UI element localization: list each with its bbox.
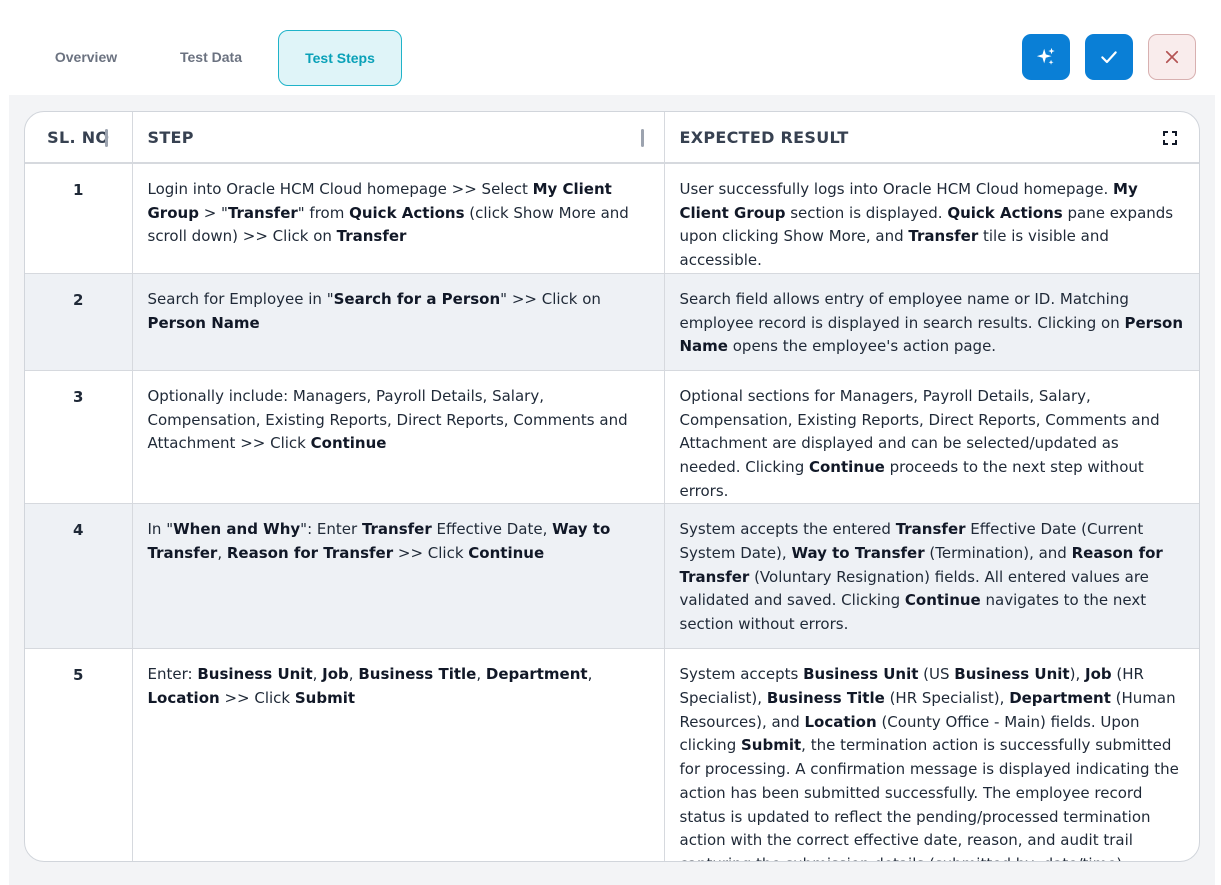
bold-term: Quick Actions [947, 203, 1063, 222]
text-segment: (US [918, 665, 955, 684]
bold-term: Department [485, 665, 588, 684]
bold-term: Transfer [227, 203, 298, 222]
text-segment: , [348, 665, 359, 684]
header-sl-no[interactable]: SL. NO [25, 112, 133, 164]
close-icon [1165, 50, 1179, 64]
cell-expected-result: User successfully logs into Oracle HCM C… [664, 163, 1199, 274]
bold-term: Location [147, 689, 220, 708]
text-segment: (HR Specialist), [884, 689, 1010, 708]
header-label: STEP [147, 127, 194, 147]
cell-step: Search for Employee in "Search for a Per… [132, 273, 665, 371]
cell-sl-no: 5 [25, 648, 133, 861]
check-icon [1101, 51, 1117, 64]
table-header-row: SL. NO STEP EXPECTED RESULT [25, 112, 1199, 164]
bold-term: Department [1009, 689, 1111, 708]
bold-term: Transfer [895, 520, 966, 539]
header-label: EXPECTED RESULT [679, 127, 849, 147]
text-segment: , [476, 665, 486, 684]
bold-term: Submit [740, 736, 802, 755]
text-segment: User successfully logs into Oracle HCM C… [679, 180, 1114, 198]
text-segment: , the termination action is successfully… [679, 736, 1179, 861]
text-segment: opens the employee's action page. [727, 337, 997, 356]
text-segment: ), [1069, 665, 1085, 684]
test-steps-table: SL. NO STEP EXPECTED RESULT 1 Login into … [25, 112, 1199, 861]
cell-step: Enter: Business Unit, Job, Business Titl… [132, 648, 665, 861]
text-segment: In " [147, 520, 174, 539]
text-segment: ": Enter [300, 520, 362, 539]
bold-term: Quick Actions [349, 203, 465, 222]
bold-term: Search for a Person [333, 289, 501, 308]
text-segment: Enter: [147, 665, 198, 684]
text-segment: Search field allows entry of employee na… [679, 289, 1129, 332]
close-button[interactable] [1148, 34, 1196, 80]
cell-expected-result: System accepts Business Unit (US Busines… [664, 648, 1199, 861]
bold-term: Job [322, 665, 349, 684]
bold-term: Way to Transfer [791, 544, 925, 563]
sparkle-icon [1036, 47, 1055, 65]
cell-expected-result: Optional sections for Managers, Payroll … [664, 370, 1199, 505]
tab-test-steps[interactable]: Test Steps [278, 30, 402, 86]
cell-step: In "When and Why": Enter Transfer Effect… [132, 503, 665, 650]
cell-step: Login into Oracle HCM Cloud homepage >> … [132, 163, 665, 274]
cell-step: Optionally include: Managers, Payroll De… [132, 370, 665, 505]
bold-term: Business Title [766, 689, 885, 708]
test-steps-card: SL. NO STEP EXPECTED RESULT 1 Login into … [24, 111, 1200, 862]
bold-term: Reason for Transfer [226, 544, 394, 563]
header-label: SL. NO [47, 127, 110, 147]
text-segment: " from [297, 203, 350, 222]
text-segment: Search for Employee in " [147, 289, 334, 308]
text-segment: System accepts the entered [679, 520, 896, 539]
text-segment: , [217, 544, 227, 563]
cell-sl-no: 3 [25, 370, 133, 505]
bold-term: Transfer [336, 227, 407, 246]
bold-term: Continue [468, 544, 545, 563]
text-segment: , [587, 665, 593, 684]
bold-term: Business Unit [954, 665, 1070, 684]
tab-test-data[interactable]: Test Data [164, 30, 258, 84]
bold-term: Submit [294, 689, 356, 708]
cell-expected-result: System accepts the entered Transfer Effe… [664, 503, 1199, 650]
expand-icon[interactable] [1163, 131, 1177, 145]
bold-term: Continue [808, 457, 885, 476]
text-segment: (Termination), and [924, 544, 1072, 563]
text-segment: > " [198, 203, 228, 222]
bold-term: Continue [310, 434, 387, 453]
header-step[interactable]: STEP [132, 112, 665, 164]
table-row: 4 In "When and Why": Enter Transfer Effec… [25, 503, 1199, 650]
text-segment: >> Click [393, 544, 469, 563]
text-segment: System accepts [679, 665, 804, 684]
tab-overview[interactable]: Overview [40, 30, 132, 84]
column-resize-handle[interactable] [640, 129, 644, 147]
text-segment: Effective Date, [431, 520, 553, 539]
bold-term: Continue [904, 591, 981, 610]
cell-sl-no: 1 [25, 163, 133, 274]
bold-term: Business Unit [197, 665, 313, 684]
bold-term: Location [804, 712, 877, 731]
bold-term: Job [1084, 665, 1112, 684]
bold-term: Business Title [358, 665, 477, 684]
bold-term: Transfer [361, 520, 432, 539]
text-segment: >> Click [219, 689, 295, 708]
bold-term: When and Why [173, 520, 301, 539]
ai-generate-button[interactable] [1022, 34, 1070, 80]
bold-term: Transfer [908, 227, 979, 246]
bold-term: Person Name [147, 313, 260, 332]
header-expected-result[interactable]: EXPECTED RESULT [664, 112, 1199, 164]
top-bar: Overview Test Data Test Steps [0, 0, 1221, 95]
cell-sl-no: 2 [25, 273, 133, 371]
text-segment: Optionally include: Managers, Payroll De… [147, 386, 628, 453]
text-segment: section is displayed. [785, 203, 948, 222]
text-segment: Login into Oracle HCM Cloud homepage >> … [147, 180, 533, 198]
cell-sl-no: 4 [25, 503, 133, 650]
column-resize-handle[interactable] [104, 129, 108, 147]
bold-term: Business Unit [803, 665, 919, 684]
table-row: 5 Enter: Business Unit, Job, Business Tit… [25, 648, 1199, 861]
table-row: 3 Optionally include: Managers, Payroll D… [25, 370, 1199, 505]
cell-expected-result: Search field allows entry of employee na… [664, 273, 1199, 371]
table-row: 2 Search for Employee in "Search for a Pe… [25, 273, 1199, 371]
confirm-button[interactable] [1085, 34, 1133, 80]
text-segment: , [312, 665, 323, 684]
table-row: 1 Login into Oracle HCM Cloud homepage >>… [25, 163, 1199, 274]
text-segment: " >> Click on [500, 289, 601, 308]
